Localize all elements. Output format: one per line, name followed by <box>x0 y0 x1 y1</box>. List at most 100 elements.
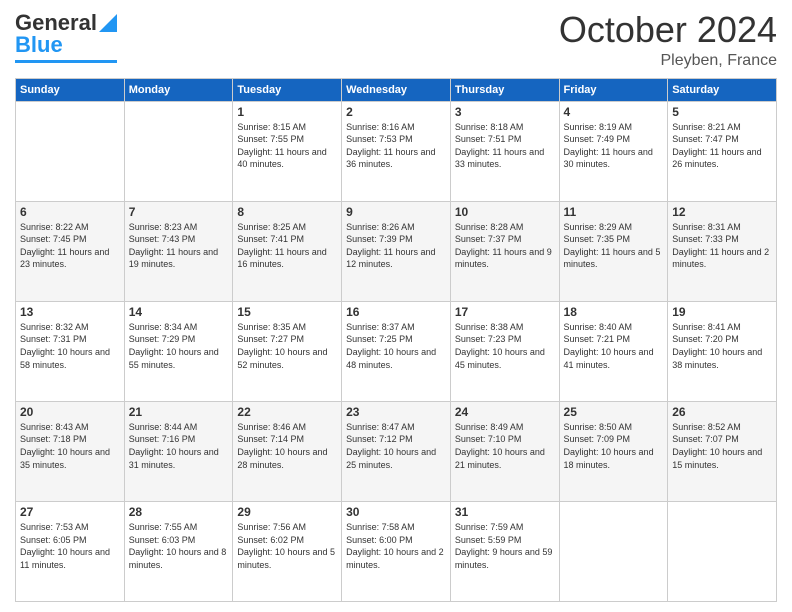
day-detail: Sunrise: 8:41 AMSunset: 7:20 PMDaylight:… <box>672 321 772 371</box>
day-number: 6 <box>20 205 120 219</box>
day-detail: Sunrise: 8:16 AMSunset: 7:53 PMDaylight:… <box>346 121 446 171</box>
month-title: October 2024 <box>559 10 777 50</box>
table-row: 6 Sunrise: 8:22 AMSunset: 7:45 PMDaylight… <box>16 201 125 301</box>
title-area: October 2024 Pleyben, France <box>559 10 777 70</box>
day-detail: Sunrise: 8:29 AMSunset: 7:35 PMDaylight:… <box>564 221 664 271</box>
day-number: 2 <box>346 105 446 119</box>
day-detail: Sunrise: 8:31 AMSunset: 7:33 PMDaylight:… <box>672 221 772 271</box>
table-row <box>16 101 125 201</box>
day-detail: Sunrise: 8:19 AMSunset: 7:49 PMDaylight:… <box>564 121 664 171</box>
day-number: 10 <box>455 205 555 219</box>
day-number: 27 <box>20 505 120 519</box>
table-row: 8Sunrise: 8:25 AMSunset: 7:41 PMDaylight… <box>233 201 342 301</box>
table-row: 26 Sunrise: 8:52 AMSunset: 7:07 PMDayligh… <box>668 401 777 501</box>
logo-triangle-icon <box>99 10 117 32</box>
table-row: 9 Sunrise: 8:26 AMSunset: 7:39 PMDaylight… <box>342 201 451 301</box>
day-detail: Sunrise: 8:28 AMSunset: 7:37 PMDaylight:… <box>455 221 555 271</box>
day-detail: Sunrise: 8:23 AMSunset: 7:43 PMDaylight:… <box>129 221 229 271</box>
day-number: 1 <box>237 105 337 119</box>
logo-blue: Blue <box>15 32 63 58</box>
calendar-week-row: 6 Sunrise: 8:22 AMSunset: 7:45 PMDaylight… <box>16 201 777 301</box>
day-detail: Sunrise: 8:15 AMSunset: 7:55 PMDaylight:… <box>237 121 337 171</box>
day-detail: Sunrise: 8:35 AMSunset: 7:27 PMDaylight:… <box>237 321 337 371</box>
header: General Blue October 2024 Pleyben, Franc… <box>15 10 777 70</box>
day-detail: Sunrise: 7:59 AMSunset: 5:59 PMDaylight:… <box>455 521 555 571</box>
day-detail: Sunrise: 8:50 AMSunset: 7:09 PMDaylight:… <box>564 421 664 471</box>
day-detail: Sunrise: 8:46 AMSunset: 7:14 PMDaylight:… <box>237 421 337 471</box>
page: General Blue October 2024 Pleyben, Franc… <box>0 0 792 612</box>
calendar-header-row: Sunday Monday Tuesday Wednesday Thursday… <box>16 78 777 101</box>
day-number: 12 <box>672 205 772 219</box>
table-row: 25 Sunrise: 8:50 AMSunset: 7:09 PMDayligh… <box>559 401 668 501</box>
day-number: 8 <box>237 205 337 219</box>
day-detail: Sunrise: 8:34 AMSunset: 7:29 PMDaylight:… <box>129 321 229 371</box>
day-number: 30 <box>346 505 446 519</box>
col-tuesday: Tuesday <box>233 78 342 101</box>
calendar-week-row: 1 Sunrise: 8:15 AMSunset: 7:55 PMDaylight… <box>16 101 777 201</box>
day-detail: Sunrise: 8:21 AMSunset: 7:47 PMDaylight:… <box>672 121 772 171</box>
table-row: 13 Sunrise: 8:32 AMSunset: 7:31 PMDayligh… <box>16 301 125 401</box>
day-detail: Sunrise: 8:32 AMSunset: 7:31 PMDaylight:… <box>20 321 120 371</box>
day-number: 23 <box>346 405 446 419</box>
table-row: 4 Sunrise: 8:19 AMSunset: 7:49 PMDaylight… <box>559 101 668 201</box>
table-row: 20Sunrise: 8:43 AMSunset: 7:18 PMDayligh… <box>16 401 125 501</box>
table-row <box>668 501 777 601</box>
table-row: 11 Sunrise: 8:29 AMSunset: 7:35 PMDayligh… <box>559 201 668 301</box>
day-number: 28 <box>129 505 229 519</box>
day-number: 24 <box>455 405 555 419</box>
table-row: 27Sunrise: 7:53 AMSunset: 6:05 PMDayligh… <box>16 501 125 601</box>
day-detail: Sunrise: 8:22 AMSunset: 7:45 PMDaylight:… <box>20 221 120 271</box>
col-sunday: Sunday <box>16 78 125 101</box>
day-detail: Sunrise: 8:43 AMSunset: 7:18 PMDaylight:… <box>20 421 120 471</box>
day-number: 26 <box>672 405 772 419</box>
day-number: 21 <box>129 405 229 419</box>
table-row: 21Sunrise: 8:44 AMSunset: 7:16 PMDayligh… <box>124 401 233 501</box>
table-row: 1 Sunrise: 8:15 AMSunset: 7:55 PMDaylight… <box>233 101 342 201</box>
location: Pleyben, France <box>559 52 777 70</box>
logo-underline <box>15 60 117 63</box>
table-row: 7 Sunrise: 8:23 AMSunset: 7:43 PMDaylight… <box>124 201 233 301</box>
day-number: 13 <box>20 305 120 319</box>
day-number: 11 <box>564 205 664 219</box>
day-number: 19 <box>672 305 772 319</box>
table-row: 14 Sunrise: 8:34 AMSunset: 7:29 PMDayligh… <box>124 301 233 401</box>
col-wednesday: Wednesday <box>342 78 451 101</box>
calendar-table: Sunday Monday Tuesday Wednesday Thursday… <box>15 78 777 602</box>
day-detail: Sunrise: 8:47 AMSunset: 7:12 PMDaylight:… <box>346 421 446 471</box>
calendar-week-row: 20Sunrise: 8:43 AMSunset: 7:18 PMDayligh… <box>16 401 777 501</box>
day-detail: Sunrise: 7:58 AMSunset: 6:00 PMDaylight:… <box>346 521 446 571</box>
calendar-week-row: 27Sunrise: 7:53 AMSunset: 6:05 PMDayligh… <box>16 501 777 601</box>
day-number: 15 <box>237 305 337 319</box>
table-row: 10 Sunrise: 8:28 AMSunset: 7:37 PMDayligh… <box>450 201 559 301</box>
day-detail: Sunrise: 8:26 AMSunset: 7:39 PMDaylight:… <box>346 221 446 271</box>
table-row: 31 Sunrise: 7:59 AMSunset: 5:59 PMDayligh… <box>450 501 559 601</box>
day-number: 4 <box>564 105 664 119</box>
day-number: 9 <box>346 205 446 219</box>
day-number: 25 <box>564 405 664 419</box>
table-row: 3Sunrise: 8:18 AMSunset: 7:51 PMDaylight… <box>450 101 559 201</box>
day-detail: Sunrise: 7:55 AMSunset: 6:03 PMDaylight:… <box>129 521 229 571</box>
col-thursday: Thursday <box>450 78 559 101</box>
day-detail: Sunrise: 8:40 AMSunset: 7:21 PMDaylight:… <box>564 321 664 371</box>
table-row: 12 Sunrise: 8:31 AMSunset: 7:33 PMDayligh… <box>668 201 777 301</box>
table-row <box>124 101 233 201</box>
table-row <box>559 501 668 601</box>
col-friday: Friday <box>559 78 668 101</box>
table-row: 2 Sunrise: 8:16 AMSunset: 7:53 PMDaylight… <box>342 101 451 201</box>
table-row: 24 Sunrise: 8:49 AMSunset: 7:10 PMDayligh… <box>450 401 559 501</box>
day-detail: Sunrise: 8:37 AMSunset: 7:25 PMDaylight:… <box>346 321 446 371</box>
day-number: 7 <box>129 205 229 219</box>
table-row: 19 Sunrise: 8:41 AMSunset: 7:20 PMDayligh… <box>668 301 777 401</box>
day-number: 3 <box>455 105 555 119</box>
day-number: 14 <box>129 305 229 319</box>
table-row: 5Sunrise: 8:21 AMSunset: 7:47 PMDaylight… <box>668 101 777 201</box>
table-row: 18Sunrise: 8:40 AMSunset: 7:21 PMDayligh… <box>559 301 668 401</box>
day-number: 16 <box>346 305 446 319</box>
col-saturday: Saturday <box>668 78 777 101</box>
day-detail: Sunrise: 8:49 AMSunset: 7:10 PMDaylight:… <box>455 421 555 471</box>
day-number: 31 <box>455 505 555 519</box>
day-number: 29 <box>237 505 337 519</box>
day-detail: Sunrise: 8:52 AMSunset: 7:07 PMDaylight:… <box>672 421 772 471</box>
table-row: 17Sunrise: 8:38 AMSunset: 7:23 PMDayligh… <box>450 301 559 401</box>
day-number: 22 <box>237 405 337 419</box>
